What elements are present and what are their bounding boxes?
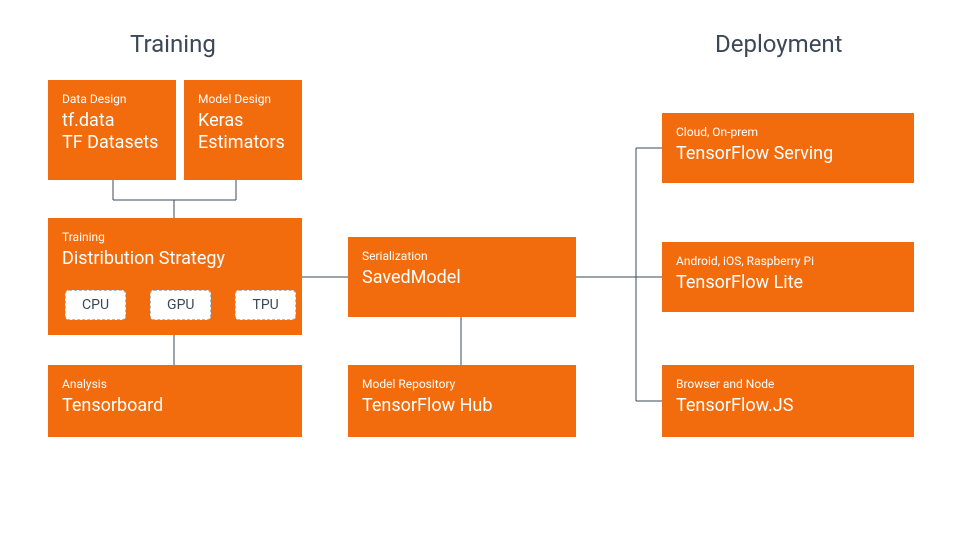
analysis-label-big: Tensorboard bbox=[62, 395, 288, 418]
lite-label-big: TensorFlow Lite bbox=[676, 272, 900, 295]
cpu-chip: CPU bbox=[65, 290, 126, 320]
lite-box: Android, iOS, Raspberry Pi TensorFlow Li… bbox=[662, 242, 914, 312]
js-label-big: TensorFlow.JS bbox=[676, 395, 900, 418]
training-section-title: Training bbox=[130, 30, 216, 58]
model-design-label-small: Model Design bbox=[198, 92, 288, 108]
analysis-box: Analysis Tensorboard bbox=[48, 365, 302, 437]
gpu-chip: GPU bbox=[150, 290, 211, 320]
tpu-chip: TPU bbox=[235, 290, 295, 320]
js-label-small: Browser and Node bbox=[676, 377, 900, 393]
serialization-box: Serialization SavedModel bbox=[348, 237, 576, 317]
training-label-small: Training bbox=[62, 230, 288, 246]
hardware-chip-row: CPU GPU TPU bbox=[65, 290, 296, 320]
model-repo-label-big: TensorFlow Hub bbox=[362, 395, 562, 418]
data-design-box: Data Design tf.dataTF Datasets bbox=[48, 80, 176, 180]
data-design-label-big: tf.dataTF Datasets bbox=[62, 110, 162, 155]
deployment-section-title: Deployment bbox=[715, 30, 843, 58]
model-repo-label-small: Model Repository bbox=[362, 377, 562, 393]
lite-label-small: Android, iOS, Raspberry Pi bbox=[676, 254, 900, 270]
data-design-label-small: Data Design bbox=[62, 92, 162, 108]
serialization-label-big: SavedModel bbox=[362, 267, 562, 290]
model-repo-box: Model Repository TensorFlow Hub bbox=[348, 365, 576, 437]
serving-label-small: Cloud, On-prem bbox=[676, 125, 900, 141]
serving-box: Cloud, On-prem TensorFlow Serving bbox=[662, 113, 914, 183]
serialization-label-small: Serialization bbox=[362, 249, 562, 265]
model-design-box: Model Design KerasEstimators bbox=[184, 80, 302, 180]
js-box: Browser and Node TensorFlow.JS bbox=[662, 365, 914, 437]
training-label-big: Distribution Strategy bbox=[62, 248, 288, 271]
model-design-label-big: KerasEstimators bbox=[198, 110, 288, 155]
serving-label-big: TensorFlow Serving bbox=[676, 143, 900, 166]
analysis-label-small: Analysis bbox=[62, 377, 288, 393]
